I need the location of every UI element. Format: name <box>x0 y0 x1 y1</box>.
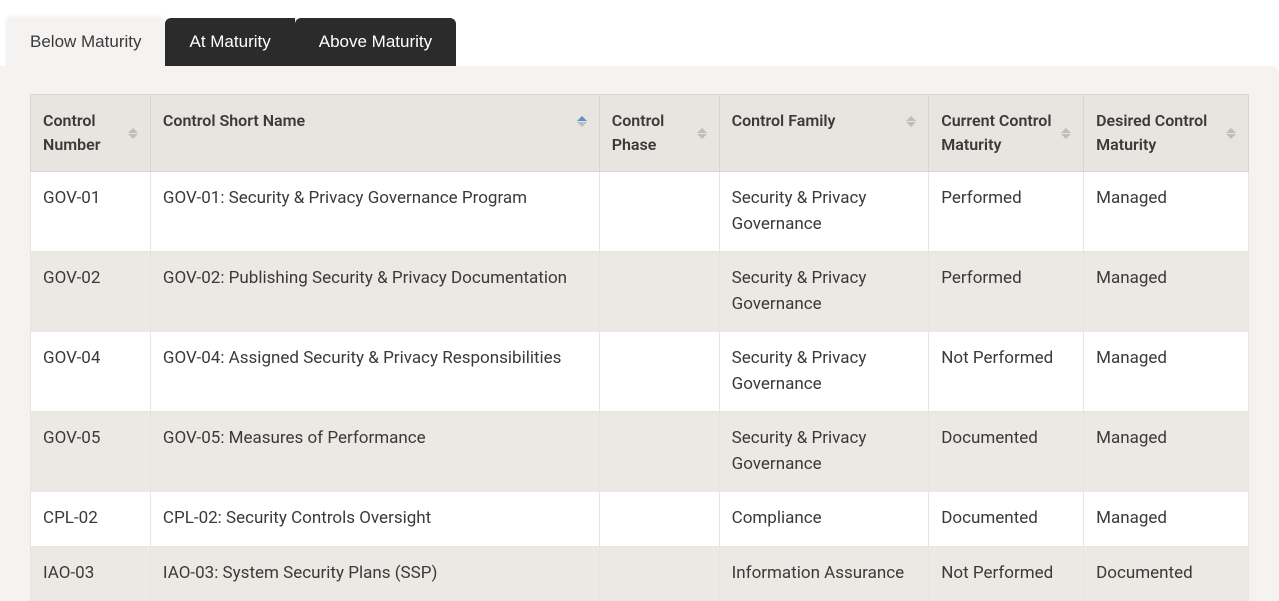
tab-at-maturity[interactable]: At Maturity <box>165 18 294 66</box>
column-control-short-name[interactable]: Control Short Name <box>150 95 599 172</box>
cell-current-maturity: Not Performed <box>929 546 1084 601</box>
tab-below-maturity[interactable]: Below Maturity <box>6 18 165 66</box>
cell-control-number: GOV-02 <box>31 252 151 332</box>
cell-control-number: CPL-02 <box>31 492 151 547</box>
sort-icon <box>906 116 916 127</box>
cell-control-name: GOV-02: Publishing Security & Privacy Do… <box>150 252 599 332</box>
cell-control-name: GOV-01: Security & Privacy Governance Pr… <box>150 172 599 252</box>
table-body: GOV-01 GOV-01: Security & Privacy Govern… <box>31 172 1249 601</box>
cell-control-family: Compliance <box>719 492 929 547</box>
cell-control-family: Information Assurance <box>719 546 929 601</box>
cell-control-phase <box>599 492 719 547</box>
column-label: Desired Control Maturity <box>1096 109 1218 157</box>
cell-control-number: IAO-03 <box>31 546 151 601</box>
cell-desired-maturity: Managed <box>1084 252 1249 332</box>
cell-desired-maturity: Managed <box>1084 412 1249 492</box>
cell-current-maturity: Documented <box>929 492 1084 547</box>
cell-control-phase <box>599 252 719 332</box>
table-row: GOV-04 GOV-04: Assigned Security & Priva… <box>31 332 1249 412</box>
column-label: Current Control Maturity <box>941 109 1053 157</box>
table-row: GOV-02 GOV-02: Publishing Security & Pri… <box>31 252 1249 332</box>
tab-above-maturity[interactable]: Above Maturity <box>295 18 456 66</box>
cell-control-family: Security & Privacy Governance <box>719 412 929 492</box>
tab-bar: Below Maturity At Maturity Above Maturit… <box>0 0 1279 66</box>
cell-control-phase <box>599 172 719 252</box>
table-row: GOV-05 GOV-05: Measures of Performance S… <box>31 412 1249 492</box>
sort-icon <box>128 128 138 139</box>
column-control-family[interactable]: Control Family <box>719 95 929 172</box>
cell-control-name: GOV-05: Measures of Performance <box>150 412 599 492</box>
cell-control-phase <box>599 412 719 492</box>
sort-icon <box>1061 128 1071 139</box>
column-current-maturity[interactable]: Current Control Maturity <box>929 95 1084 172</box>
cell-desired-maturity: Managed <box>1084 492 1249 547</box>
cell-desired-maturity: Managed <box>1084 172 1249 252</box>
column-label: Control Family <box>732 109 836 133</box>
cell-control-name: GOV-04: Assigned Security & Privacy Resp… <box>150 332 599 412</box>
cell-control-family: Security & Privacy Governance <box>719 332 929 412</box>
cell-current-maturity: Performed <box>929 252 1084 332</box>
cell-control-phase <box>599 546 719 601</box>
cell-control-number: GOV-05 <box>31 412 151 492</box>
cell-control-number: GOV-04 <box>31 332 151 412</box>
sort-icon <box>577 116 587 127</box>
cell-control-number: GOV-01 <box>31 172 151 252</box>
sort-icon <box>1226 128 1236 139</box>
cell-desired-maturity: Documented <box>1084 546 1249 601</box>
cell-control-family: Security & Privacy Governance <box>719 252 929 332</box>
cell-control-name: CPL-02: Security Controls Oversight <box>150 492 599 547</box>
cell-control-phase <box>599 332 719 412</box>
table-header-row: Control Number Control Short Name <box>31 95 1249 172</box>
column-label: Control Short Name <box>163 109 305 133</box>
maturity-table: Control Number Control Short Name <box>30 94 1249 601</box>
column-label: Control Phase <box>612 109 689 157</box>
column-control-phase[interactable]: Control Phase <box>599 95 719 172</box>
table-row: CPL-02 CPL-02: Security Controls Oversig… <box>31 492 1249 547</box>
cell-current-maturity: Performed <box>929 172 1084 252</box>
column-control-number[interactable]: Control Number <box>31 95 151 172</box>
column-label: Control Number <box>43 109 120 157</box>
cell-control-name: IAO-03: System Security Plans (SSP) <box>150 546 599 601</box>
table-row: GOV-01 GOV-01: Security & Privacy Govern… <box>31 172 1249 252</box>
table-row: IAO-03 IAO-03: System Security Plans (SS… <box>31 546 1249 601</box>
cell-desired-maturity: Managed <box>1084 332 1249 412</box>
sort-icon <box>697 128 707 139</box>
cell-current-maturity: Documented <box>929 412 1084 492</box>
cell-current-maturity: Not Performed <box>929 332 1084 412</box>
cell-control-family: Security & Privacy Governance <box>719 172 929 252</box>
column-desired-maturity[interactable]: Desired Control Maturity <box>1084 95 1249 172</box>
content-area: Control Number Control Short Name <box>0 66 1279 601</box>
